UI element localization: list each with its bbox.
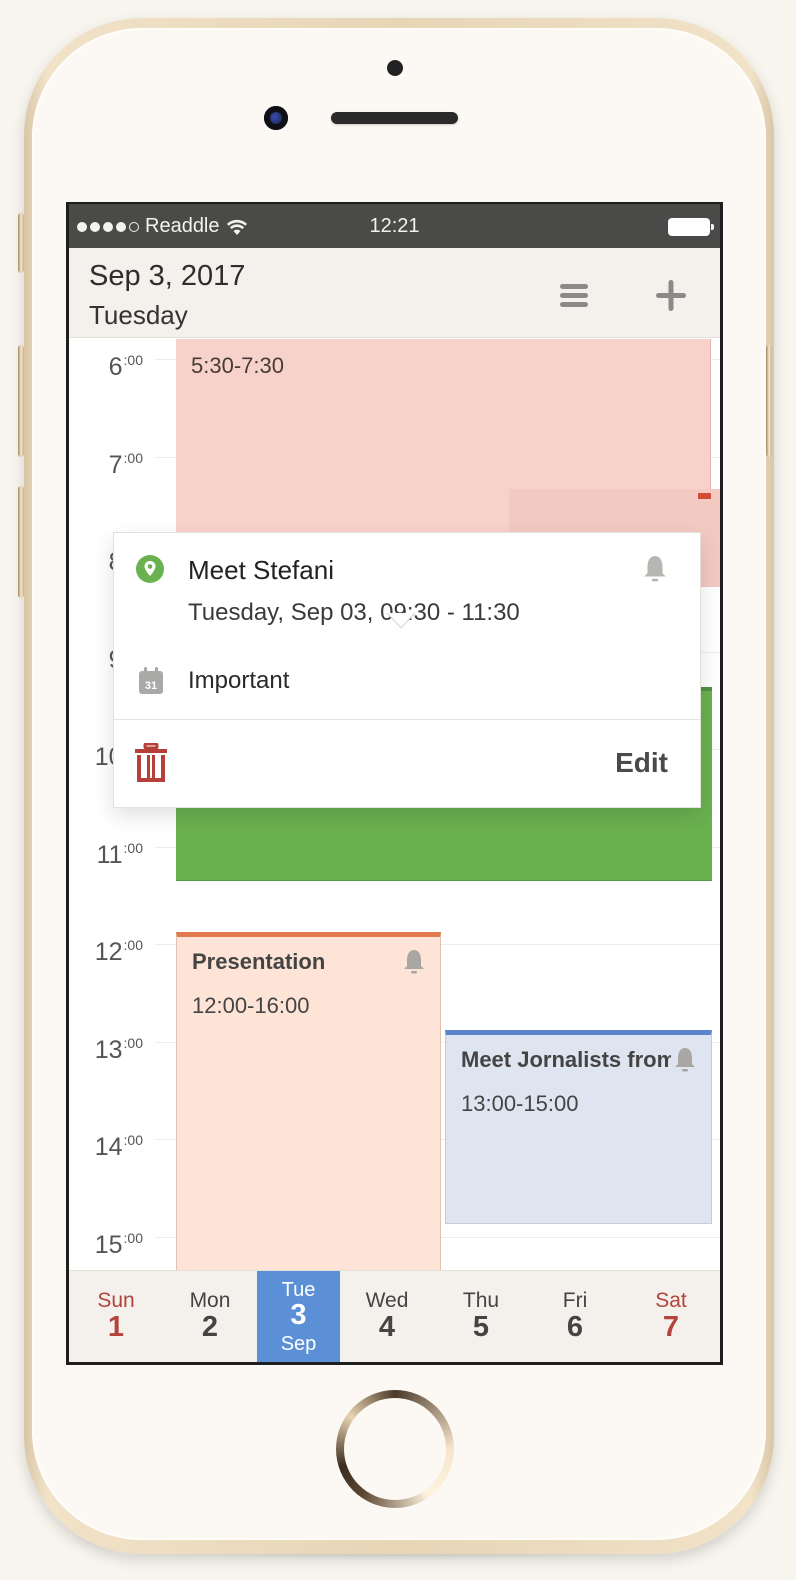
menu-button[interactable] (555, 276, 595, 316)
front-camera (264, 106, 288, 130)
day-wed[interactable]: Wed 4 (340, 1271, 434, 1362)
trash-icon[interactable] (134, 743, 168, 783)
edit-button[interactable]: Edit (615, 747, 668, 779)
phone-screen: Readdle 12:21 Sep 3, 2017 Tuesday 6:00 7… (66, 202, 723, 1365)
header-date[interactable]: Sep 3, 2017 (89, 260, 245, 293)
day-name: Sat (655, 1289, 687, 1312)
event-details-popover: Meet Stefani Tuesday, Sep 03, 09:30 - 11… (113, 532, 701, 808)
header-weekday: Tuesday (89, 300, 188, 330)
hour-label: 12:00 (94, 937, 143, 966)
day-name: Wed (365, 1289, 409, 1312)
mute-switch (18, 213, 24, 273)
event-marker (698, 493, 711, 499)
status-time: 12:21 (369, 215, 420, 237)
event-presentation[interactable]: Presentation 12:00-16:00 (176, 932, 441, 1275)
add-event-button[interactable] (651, 276, 691, 316)
bell-icon (675, 1048, 695, 1072)
day-thu[interactable]: Thu 5 (434, 1271, 528, 1362)
home-button[interactable] (336, 1390, 454, 1508)
popover-divider (114, 719, 700, 720)
week-day-selector: Sun 1 Mon 2 Tue 3 Sep Wed 4 Thu 5 Fri 6 Sat 7 (69, 1270, 720, 1362)
hour-label: 13:00 (94, 1034, 143, 1064)
hour-label: 11:00 (96, 839, 143, 869)
hour-label: 14:00 (94, 1132, 143, 1161)
battery-icon (668, 218, 714, 236)
hour-label: 6:00 (108, 352, 143, 381)
event-title: Presentation (192, 949, 326, 974)
day-number: 5 (472, 1311, 490, 1343)
day-name: Fri (562, 1289, 588, 1312)
day-number: 3 (290, 1299, 307, 1331)
svg-text:31: 31 (145, 680, 157, 692)
popover-title: Meet Stefani (188, 555, 334, 585)
location-pin-icon (136, 555, 164, 583)
day-timeline[interactable]: 6:007:008:009:0010:0011:0012:0013:0014:0… (69, 339, 720, 1275)
day-fri[interactable]: Fri 6 (528, 1271, 622, 1362)
day-number: 1 (107, 1311, 125, 1343)
day-sat[interactable]: Sat 7 (622, 1271, 720, 1362)
day-number: 7 (662, 1311, 680, 1343)
hamburger-menu-icon (560, 284, 588, 307)
event-title: Meet Jornalists from (461, 1047, 671, 1072)
popover-datetime: Tuesday, Sep 03, 09:30 - 11:30 (188, 599, 520, 626)
popover-arrow (387, 613, 415, 629)
bell-icon (404, 950, 424, 974)
earpiece-speaker (331, 112, 458, 124)
calendar-icon: 31 (139, 667, 163, 694)
bell-icon[interactable] (642, 555, 668, 583)
day-mon[interactable]: Mon 2 (163, 1271, 257, 1362)
day-tue[interactable]: Tue 3 Sep (257, 1271, 340, 1362)
status-bar: Readdle 12:21 (69, 204, 720, 248)
day-number: 6 (566, 1311, 584, 1343)
event-time: 13:00-15:00 (461, 1091, 579, 1116)
day-month: Sep (280, 1333, 317, 1355)
day-sun[interactable]: Sun 1 (69, 1271, 163, 1362)
power-button (766, 345, 772, 457)
day-name: Sun (97, 1289, 135, 1312)
volume-up-button (18, 345, 24, 457)
plus-icon (656, 280, 686, 311)
event-time: 5:30-7:30 (191, 353, 284, 378)
event-time: 12:00-16:00 (192, 993, 310, 1018)
day-number: 2 (201, 1311, 219, 1343)
app-header: Sep 3, 2017 Tuesday (69, 248, 720, 338)
day-name: Mon (189, 1289, 231, 1312)
hour-label: 7:00 (108, 449, 143, 479)
day-number: 4 (378, 1311, 396, 1343)
day-name: Thu (462, 1289, 500, 1312)
event-meet-journalists[interactable]: Meet Jornalists from 13:00-15:00 (445, 1030, 712, 1224)
hour-label: 15:00 (94, 1229, 143, 1259)
popover-calendar-name: Important (188, 667, 290, 694)
proximity-sensor (387, 60, 403, 76)
volume-down-button (18, 486, 24, 598)
